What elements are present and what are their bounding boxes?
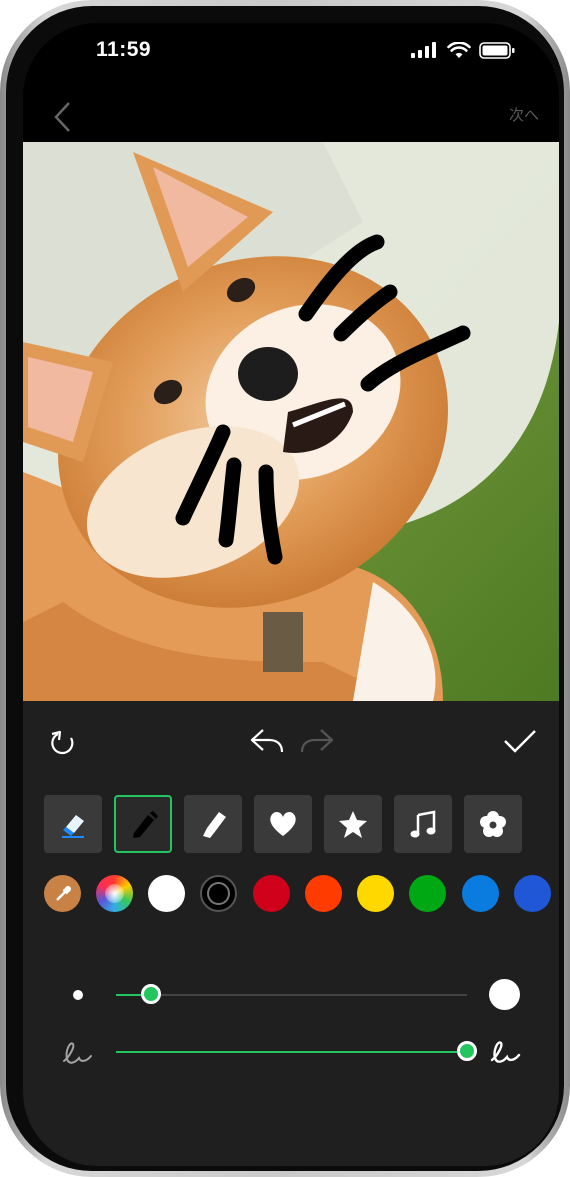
drawing-tools-panel — [23, 701, 559, 1166]
color-black[interactable] — [200, 875, 237, 912]
music-note-icon — [410, 810, 436, 838]
brush-size-thumb[interactable] — [141, 984, 162, 1004]
brush-size-large-icon — [489, 979, 520, 1010]
wifi-icon — [447, 41, 471, 58]
phone-frame: 11:59 次へ — [0, 0, 570, 1177]
heart-icon — [270, 811, 296, 836]
color-yellow[interactable] — [357, 875, 394, 912]
dog-photo — [23, 142, 559, 701]
star-icon — [339, 811, 367, 838]
color-royal-blue[interactable] — [514, 875, 551, 912]
opacity-high-icon — [490, 1041, 521, 1063]
status-time: 11:59 — [96, 38, 152, 61]
phone-screen: 11:59 次へ — [23, 23, 559, 1166]
tool-marker[interactable] — [184, 795, 242, 853]
pen-icon — [133, 811, 158, 838]
checkmark-icon[interactable] — [503, 729, 537, 755]
chevron-left-icon[interactable] — [51, 101, 75, 133]
phone-bezel: 11:59 次へ — [6, 6, 564, 1171]
tool-star[interactable] — [324, 795, 382, 853]
tool-flower[interactable] — [464, 795, 522, 853]
brush-size-small-icon — [73, 990, 83, 1000]
photo-canvas[interactable] — [23, 142, 559, 701]
color-orange-red[interactable] — [305, 875, 342, 912]
tool-music[interactable] — [394, 795, 452, 853]
flower-icon — [480, 811, 506, 837]
brush-size-track[interactable] — [116, 994, 467, 996]
redo-icon[interactable] — [299, 726, 335, 756]
battery-icon — [479, 41, 515, 59]
color-green[interactable] — [409, 875, 446, 912]
color-spectrum[interactable] — [96, 875, 133, 912]
marker-icon — [203, 812, 226, 838]
color-white[interactable] — [148, 875, 185, 912]
status-icons — [411, 41, 515, 59]
eraser-icon — [62, 815, 84, 838]
color-eyedropper[interactable] — [44, 875, 81, 912]
color-blue[interactable] — [462, 875, 499, 912]
tool-heart[interactable] — [254, 795, 312, 853]
eyedropper-icon — [55, 885, 71, 901]
tool-eraser[interactable] — [44, 795, 102, 853]
signal-icon — [411, 42, 436, 58]
color-red[interactable] — [253, 875, 290, 912]
reset-icon[interactable] — [49, 729, 77, 757]
undo-icon[interactable] — [249, 726, 285, 756]
next-button[interactable]: 次へ — [509, 104, 539, 125]
opacity-fill — [116, 1051, 467, 1053]
opacity-thumb[interactable] — [457, 1041, 477, 1061]
tool-pen[interactable] — [114, 795, 172, 853]
opacity-low-icon — [63, 1042, 92, 1064]
